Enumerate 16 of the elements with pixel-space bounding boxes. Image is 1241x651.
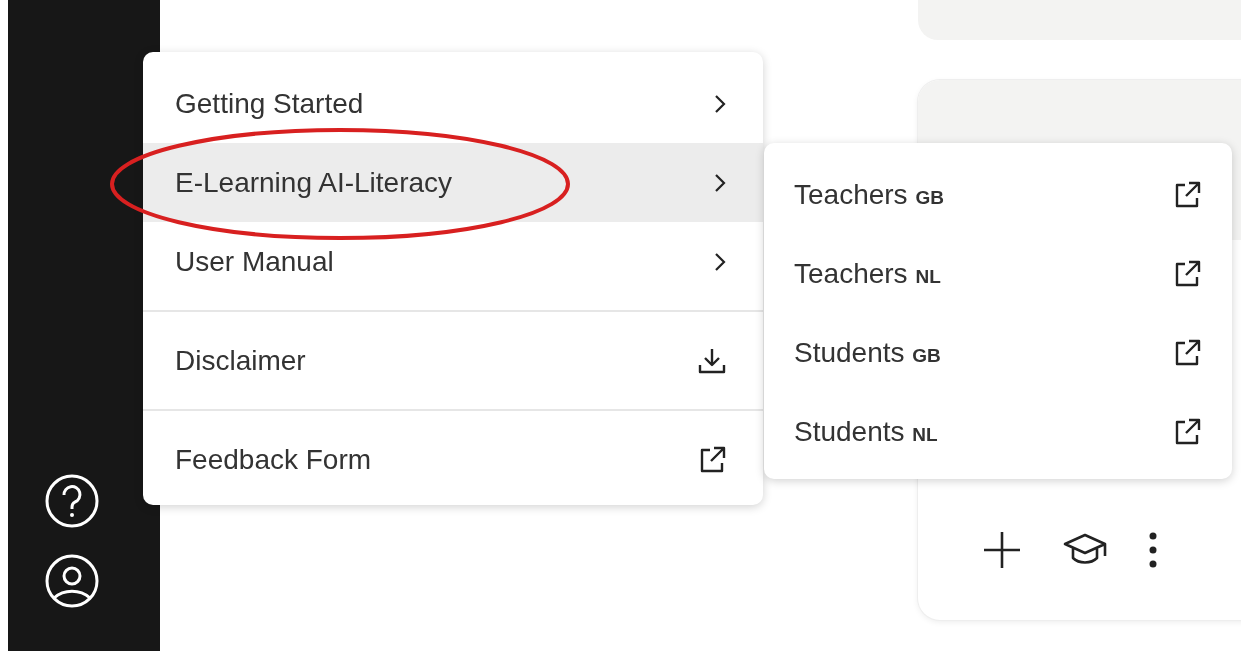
user-icon[interactable] xyxy=(44,553,100,609)
chevron-right-icon xyxy=(713,250,727,273)
menu-item[interactable]: E-Learning AI-Literacy xyxy=(143,143,763,222)
menu-item[interactable]: Getting Started xyxy=(143,64,763,143)
chevron-right-icon xyxy=(713,171,727,194)
menu-item[interactable]: Students NL xyxy=(764,392,1232,471)
chevron-right-icon xyxy=(713,92,727,115)
plus-icon[interactable] xyxy=(982,530,1022,570)
menu-item[interactable]: Disclaimer xyxy=(143,321,763,400)
menu-item[interactable]: Students GB xyxy=(764,313,1232,392)
menu-item[interactable]: Teachers GB xyxy=(764,155,1232,234)
more-icon[interactable] xyxy=(1148,530,1158,570)
menu-item[interactable]: Teachers NL xyxy=(764,234,1232,313)
menu-item[interactable]: User Manual xyxy=(143,222,763,301)
help-icon[interactable] xyxy=(44,473,100,529)
menu-item[interactable]: Feedback Form xyxy=(143,420,763,499)
